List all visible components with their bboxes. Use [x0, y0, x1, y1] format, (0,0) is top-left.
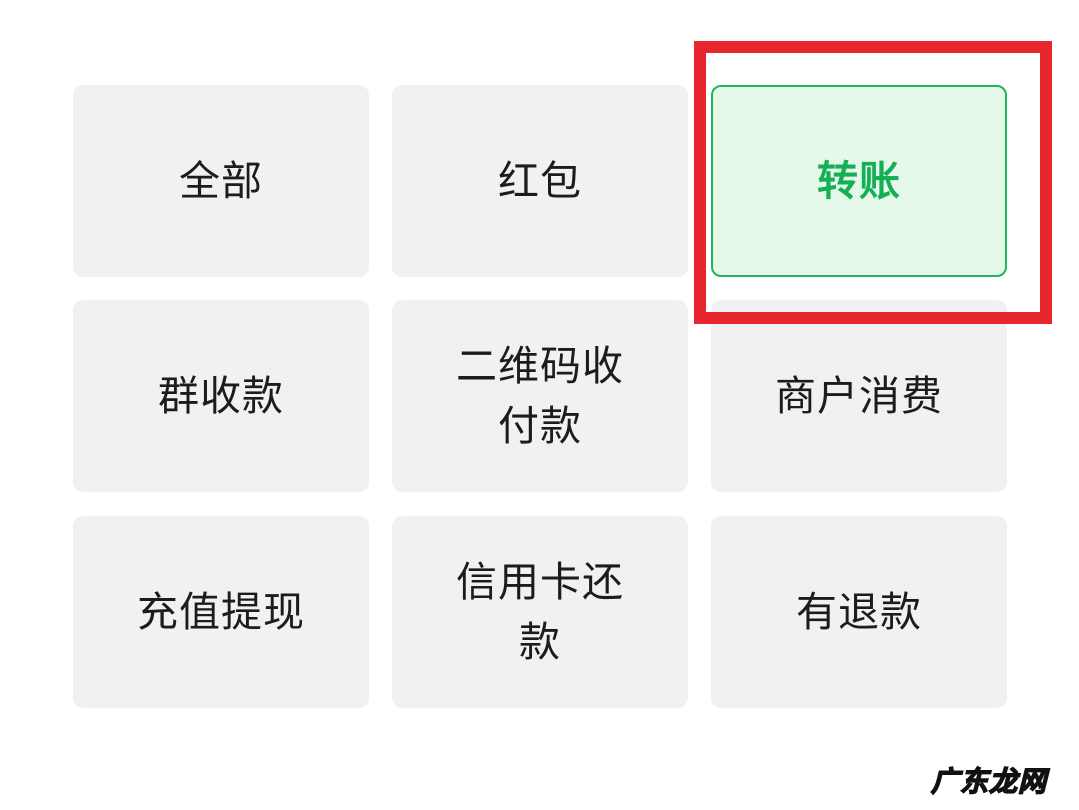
- filter-label: 转账: [817, 157, 901, 205]
- filter-all-button[interactable]: 全部: [73, 85, 369, 277]
- filter-label: 信用卡还款: [456, 558, 624, 666]
- filter-label: 商户消费: [775, 372, 943, 420]
- watermark: 广东龙网: [930, 764, 1047, 798]
- filter-refund-button[interactable]: 有退款: [711, 516, 1007, 708]
- filter-label: 全部: [179, 157, 263, 205]
- filter-label: 群收款: [158, 372, 284, 420]
- filter-label: 有退款: [796, 588, 922, 636]
- filter-label: 充值提现: [137, 588, 305, 636]
- filter-label: 二维码收付款: [456, 342, 624, 450]
- filter-red-packet-button[interactable]: 红包: [392, 85, 688, 277]
- filter-merchant-button[interactable]: 商户消费: [711, 300, 1007, 492]
- filter-label: 红包: [498, 157, 582, 205]
- filter-credit-card-button[interactable]: 信用卡还款: [392, 516, 688, 708]
- filter-topup-withdraw-button[interactable]: 充值提现: [73, 516, 369, 708]
- filter-group-collection-button[interactable]: 群收款: [73, 300, 369, 492]
- filter-transfer-button[interactable]: 转账: [711, 85, 1007, 277]
- filter-qr-payment-button[interactable]: 二维码收付款: [392, 300, 688, 492]
